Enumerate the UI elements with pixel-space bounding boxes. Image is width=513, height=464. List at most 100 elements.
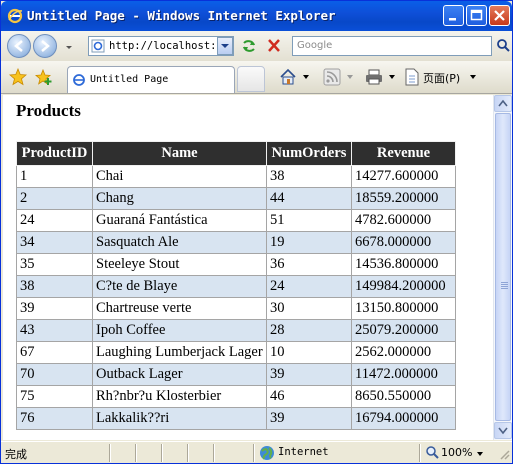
cell-revenue: 13150.800000 — [351, 297, 456, 320]
status-text: 完成 — [5, 448, 27, 461]
print-icon[interactable] — [365, 68, 383, 86]
cell-revenue: 4782.600000 — [351, 209, 456, 232]
browser-window: Untitled Page - Windows Internet Explore… — [0, 0, 513, 464]
forward-icon — [41, 40, 50, 52]
vertical-scrollbar[interactable] — [493, 95, 512, 440]
zoom-icon[interactable] — [425, 445, 439, 459]
refresh-icon[interactable] — [238, 36, 260, 56]
page-icon[interactable] — [403, 68, 421, 86]
cell-name: Ipoh Coffee — [92, 319, 267, 342]
stop-icon[interactable] — [263, 36, 285, 56]
column-header: Name — [92, 141, 267, 166]
cell-revenue: 16794.000000 — [351, 407, 456, 430]
recent-pages-dropdown[interactable] — [63, 41, 75, 53]
minimize-icon — [449, 18, 456, 21]
table-row: 43 Ipoh Coffee 28 25079.200000 — [16, 319, 456, 342]
search-icon[interactable] — [495, 36, 511, 56]
table-row: 38 C?te de Blaye 24 149984.200000 — [16, 275, 456, 298]
cell-name: Laughing Lumberjack Lager — [92, 341, 267, 364]
scroll-up-button[interactable] — [494, 95, 512, 112]
cell-num-orders: 39 — [266, 363, 352, 386]
cell-name: Lakkalik??ri — [92, 407, 267, 430]
resize-grip-icon[interactable] — [498, 448, 510, 460]
page-dropdown[interactable] — [470, 75, 476, 79]
cell-num-orders: 36 — [266, 253, 352, 276]
cell-num-orders: 46 — [266, 385, 352, 408]
cell-revenue: 25079.200000 — [351, 319, 456, 342]
home-dropdown[interactable] — [303, 75, 309, 79]
table-row: 76 Lakkalik??ri 39 16794.000000 — [16, 407, 456, 430]
title-bar[interactable]: Untitled Page - Windows Internet Explore… — [1, 1, 512, 31]
cell-product-id: 75 — [16, 385, 93, 408]
cell-product-id: 35 — [16, 253, 93, 276]
table-row: 24 Guaraná Fantástica 51 4782.600000 — [16, 209, 456, 232]
status-separator — [187, 444, 188, 462]
column-header: ProductID — [16, 141, 93, 166]
table-row: 70 Outback Lager 39 11472.000000 — [16, 363, 456, 386]
address-url: http://localhost:: — [109, 40, 223, 52]
ie-page-icon — [73, 74, 85, 86]
zoom-dropdown-icon[interactable] — [476, 451, 484, 457]
cell-name: C?te de Blaye — [92, 275, 267, 298]
minimize-button[interactable] — [443, 5, 464, 26]
zoom-level[interactable]: 100% — [441, 446, 472, 459]
table-row: 67 Laughing Lumberjack Lager 10 2562.000… — [16, 341, 456, 364]
scroll-grip-icon — [501, 282, 508, 283]
favorites-star-icon[interactable] — [9, 68, 27, 86]
cell-num-orders: 19 — [266, 231, 352, 254]
search-input[interactable]: Google — [292, 36, 492, 56]
globe-icon — [260, 446, 274, 460]
table-header-row: ProductID Name NumOrders Revenue — [16, 141, 456, 166]
table-row: 75 Rh?nbr?u Klosterbier 46 8650.550000 — [16, 385, 456, 408]
close-button[interactable] — [489, 5, 510, 26]
feeds-icon[interactable] — [323, 68, 341, 86]
table-row: 39 Chartreuse verte 30 13150.800000 — [16, 297, 456, 320]
feeds-dropdown[interactable] — [347, 75, 353, 79]
address-field[interactable]: http://localhost:: — [88, 36, 234, 56]
cell-name: Steeleye Stout — [92, 253, 267, 276]
table-row: 34 Sasquatch Ale 19 6678.000000 — [16, 231, 456, 254]
status-bar: 完成 Internet 100% — [1, 441, 512, 463]
page-menu-label[interactable]: 页面(P) — [423, 70, 460, 86]
status-separator — [213, 444, 214, 462]
home-icon[interactable] — [279, 68, 297, 86]
cell-name: Outback Lager — [92, 363, 267, 386]
security-zone: Internet — [278, 446, 329, 458]
scroll-up-icon — [498, 99, 508, 107]
print-dropdown[interactable] — [389, 75, 395, 79]
cell-product-id: 1 — [16, 165, 93, 188]
cell-product-id: 38 — [16, 275, 93, 298]
cell-product-id: 67 — [16, 341, 93, 364]
new-tab-button[interactable] — [237, 66, 265, 92]
maximize-button[interactable] — [466, 5, 487, 26]
cell-product-id: 2 — [16, 187, 93, 210]
cell-revenue: 6678.000000 — [351, 231, 456, 254]
cell-num-orders: 51 — [266, 209, 352, 232]
cell-revenue: 14536.800000 — [351, 253, 456, 276]
cell-name: Sasquatch Ale — [92, 231, 267, 254]
tab-label: Untitled Page — [90, 74, 169, 85]
cell-name: Chang — [92, 187, 267, 210]
cell-num-orders: 10 — [266, 341, 352, 364]
forward-button[interactable] — [33, 34, 57, 58]
status-separator — [135, 444, 136, 462]
status-separator — [253, 444, 254, 462]
cell-num-orders: 28 — [266, 319, 352, 342]
window-title: Untitled Page - Windows Internet Explore… — [27, 8, 336, 23]
cell-revenue: 149984.200000 — [351, 275, 456, 298]
add-favorites-icon[interactable] — [35, 68, 53, 86]
cell-name: Chartreuse verte — [92, 297, 267, 320]
back-button[interactable] — [7, 34, 31, 58]
cell-product-id: 76 — [16, 407, 93, 430]
cell-num-orders: 30 — [266, 297, 352, 320]
address-toolbar: http://localhost:: Google — [1, 31, 512, 61]
scroll-down-button[interactable] — [494, 422, 512, 439]
address-dropdown-button[interactable] — [217, 37, 233, 55]
cell-product-id: 70 — [16, 363, 93, 386]
tab-untitled-page[interactable]: Untitled Page — [67, 66, 235, 93]
search-placeholder: Google — [297, 40, 333, 51]
cell-product-id: 43 — [16, 319, 93, 342]
scroll-thumb[interactable] — [495, 113, 511, 421]
cell-num-orders: 44 — [266, 187, 352, 210]
table-row: 2 Chang 44 18559.200000 — [16, 187, 456, 210]
